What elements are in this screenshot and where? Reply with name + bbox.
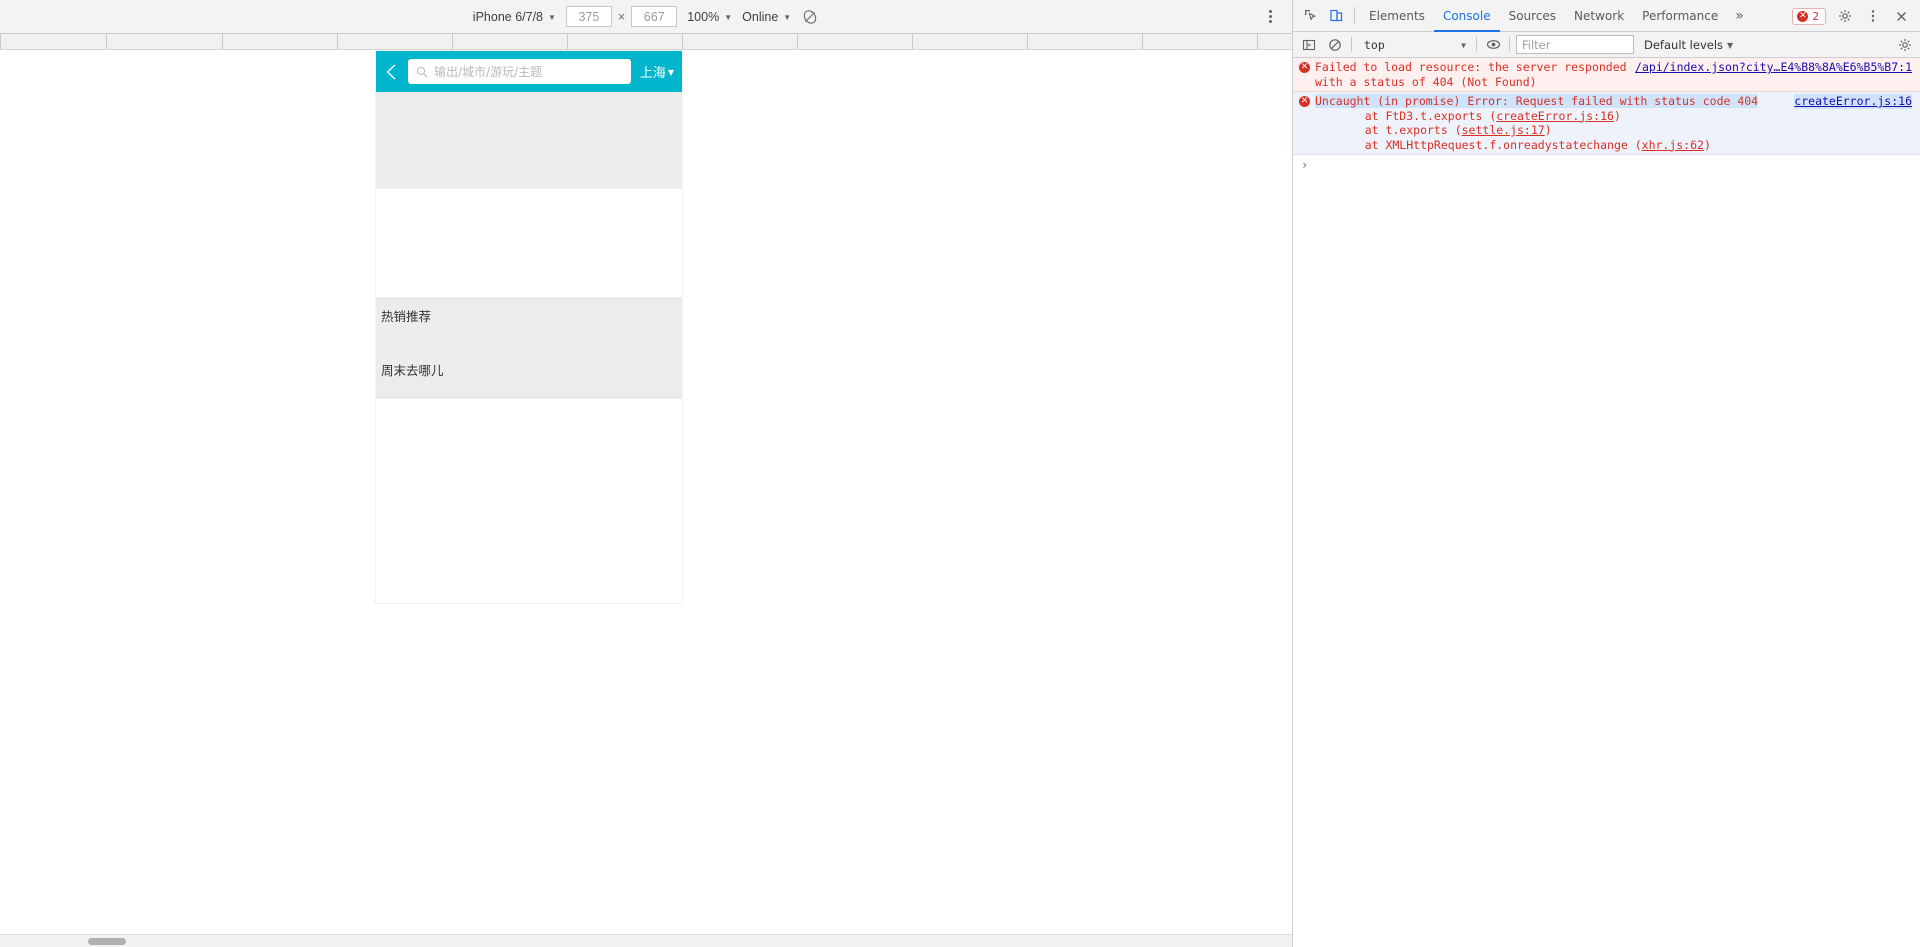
back-chevron-icon[interactable] [382,60,402,84]
tab-elements[interactable]: Elements [1360,0,1434,32]
nav-grid-placeholder [376,189,682,297]
search-placeholder-text: 输出/城市/游玩/主题 [434,65,543,79]
error-count-badge[interactable]: ✕ 2 [1792,7,1826,25]
search-input[interactable]: 输出/城市/游玩/主题 [408,59,631,84]
viewport-height-input[interactable]: 667 [631,6,678,27]
throttling-selector[interactable]: Online ▼ [742,10,791,24]
clear-console-icon[interactable] [1325,35,1345,55]
toolbar-divider [1476,37,1477,52]
console-message-line1: Failed to load resource: the server resp… [1315,60,1627,74]
toolbar-divider [1509,37,1510,52]
content-placeholder [376,399,682,579]
devtools-panel: Elements Console Sources Network Perform… [1293,0,1920,947]
toolbar-divider [1354,7,1355,24]
console-message-source-link[interactable]: /api/index.json?city…E4%B8%8A%E6%B5%B7:1 [1635,60,1912,75]
stack-frame: at t.exports (settle.js:17) [1315,123,1912,138]
stack-frame-link[interactable]: settle.js:17 [1462,123,1545,137]
city-label: 上海 [639,66,666,81]
tab-performance[interactable]: Performance [1633,0,1727,32]
console-message-line2: with a status of 404 (Not Found) [1315,74,1537,89]
scrollbar-thumb[interactable] [88,938,126,945]
toggle-device-toolbar-icon[interactable] [1323,3,1349,29]
stack-frame-suffix: ) [1613,108,1621,123]
error-circle-icon: ✕ [1797,10,1809,22]
live-expression-icon[interactable] [1483,35,1503,55]
execution-context-value: top [1364,37,1385,52]
prompt-caret-icon: › [1301,158,1309,172]
banner-placeholder [376,92,682,189]
rotate-icon[interactable] [801,8,819,26]
error-circle-icon: ✕ [1299,62,1310,73]
inspect-element-icon[interactable] [1297,3,1323,29]
chevron-down-icon: ▼ [1461,41,1466,50]
chevron-down-icon: ▼ [783,13,792,22]
tab-console[interactable]: Console [1434,0,1500,32]
section-hot-sales: 热销推荐 [376,297,682,363]
close-icon[interactable] [1888,3,1914,29]
settings-gear-icon[interactable] [1832,3,1858,29]
horizontal-ruler [0,34,1292,50]
horizontal-scrollbar[interactable] [0,934,1292,947]
chevron-down-icon: ▼ [667,68,674,77]
execution-context-selector[interactable]: top ▼ [1358,35,1470,54]
chevron-down-icon: ▼ [1727,41,1734,50]
stack-frame-prefix: at t.exports ( [1337,123,1462,137]
section-weekend: 周末去哪儿 [376,363,682,399]
zoom-level: 100% [687,9,720,24]
console-sidebar-icon[interactable] [1299,35,1319,55]
console-message-list[interactable]: ✕ Failed to load resource: the server re… [1293,58,1920,947]
devtools-tabbar: Elements Console Sources Network Perform… [1293,0,1920,32]
stack-frame-prefix: at XMLHttpRequest.f.onreadystatechange ( [1337,137,1642,152]
device-toolbar: iPhone 6/7/8 ▼ 375 × 667 100% ▼ Online ▼ [0,0,1292,34]
error-count: 2 [1812,9,1819,23]
tab-sources[interactable]: Sources [1500,0,1565,32]
tab-network[interactable]: Network [1565,0,1633,32]
stack-frame: at XMLHttpRequest.f.onreadystatechange (… [1315,138,1912,153]
device-viewport[interactable]: 输出/城市/游玩/主题 上海 ▼ 热销推荐 周末去哪儿 [376,51,682,603]
stack-frame-prefix: at FtD3.t.exports ( [1337,108,1497,123]
device-selector[interactable]: iPhone 6/7/8 ▼ [473,10,556,24]
section-title: 热销推荐 [381,309,432,324]
console-filter-input[interactable] [1516,35,1634,54]
search-icon [416,66,428,78]
console-message[interactable]: ✕ Uncaught (in promise) Error: Request f… [1293,92,1920,155]
viewport-size-controls: 375 × 667 [565,6,678,27]
chevron-down-icon: ▼ [548,13,556,22]
stack-frame-suffix: ) [1544,123,1552,137]
console-settings-icon[interactable] [1896,36,1914,54]
stack-frame: at FtD3.t.exports (createError.js:16) [1315,109,1912,124]
emulated-page-pane: iPhone 6/7/8 ▼ 375 × 667 100% ▼ Online ▼ [0,0,1293,947]
stack-frame-link[interactable]: createError.js:16 [1496,109,1614,123]
stack-frame-suffix: ) [1703,137,1711,152]
device-name: iPhone 6/7/8 [472,9,543,24]
app-header: 输出/城市/游玩/主题 上海 ▼ [376,51,682,92]
console-message-source-link[interactable]: createError.js:16 [1794,94,1912,109]
console-prompt[interactable]: › [1293,155,1920,172]
console-message[interactable]: ✕ Failed to load resource: the server re… [1293,58,1920,92]
toolbar-divider [1351,37,1352,52]
city-selector[interactable]: 上海 ▼ [637,62,674,81]
section-title: 周末去哪儿 [381,363,444,378]
viewport-width-input[interactable]: 375 [565,6,612,27]
console-toolbar: top ▼ Default levels ▼ [1293,32,1920,58]
log-levels-label: Default levels [1644,37,1724,52]
error-circle-icon: ✕ [1299,96,1310,107]
stack-frame-link[interactable]: xhr.js:62 [1642,138,1704,152]
more-tabs-icon[interactable]: » [1727,8,1752,24]
console-message-headline: Uncaught (in promise) Error: Request fai… [1315,94,1759,108]
dock-side-icon[interactable] [1860,3,1886,29]
dimension-separator: × [617,9,626,24]
chevron-down-icon: ▼ [724,13,733,22]
devtools-toolbar-right: ✕ 2 [1792,0,1914,32]
throttling-label: Online [742,9,779,24]
device-toolbar-more-options-icon[interactable] [1262,9,1278,25]
zoom-selector[interactable]: 100% ▼ [687,10,732,24]
log-levels-selector[interactable]: Default levels ▼ [1640,38,1737,52]
